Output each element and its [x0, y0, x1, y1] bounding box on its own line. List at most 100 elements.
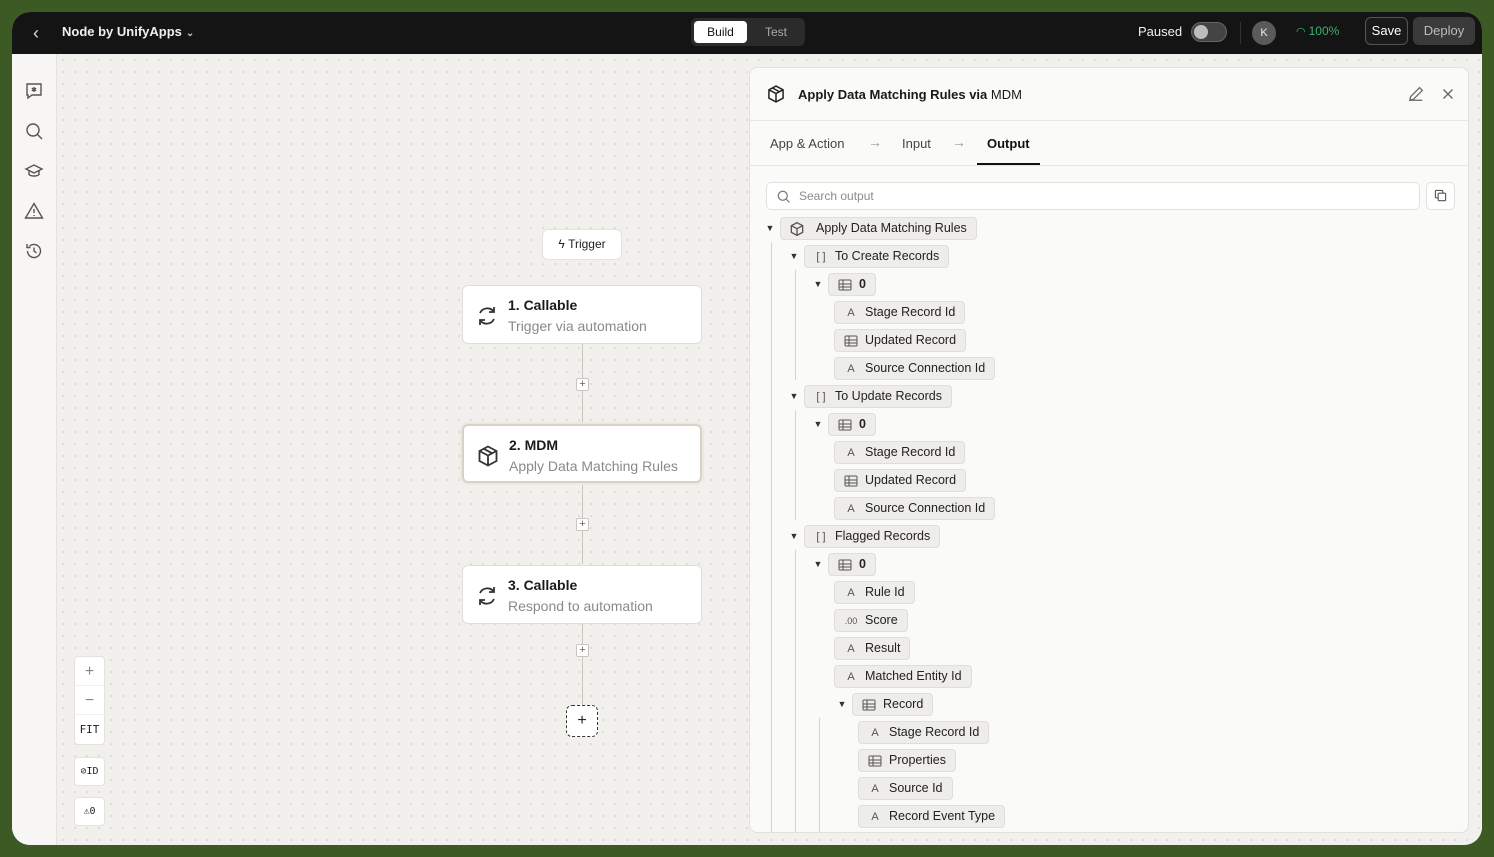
tree-node-field[interactable]: A Result	[834, 637, 911, 660]
tree-node-field[interactable]: Updated Record	[834, 329, 967, 352]
tree-node-label: Source Connection Id	[865, 361, 986, 375]
zoom-in-button[interactable]: +	[75, 657, 104, 686]
tree-node-field[interactable]: .00 Score	[834, 609, 908, 632]
panel-tabs: App & Action → Input → Output	[750, 121, 1468, 166]
top-bar: ‹ Node by UnifyApps ⌄ Build Test Paused K…	[12, 12, 1482, 54]
arrow-right-icon: →	[952, 134, 966, 150]
sync-icon	[479, 587, 495, 605]
tree-node-field[interactable]: A Rule Id	[834, 581, 915, 604]
mode-test-tab[interactable]: Test	[751, 21, 801, 43]
tree-node-field[interactable]: A Stage Record Id	[834, 441, 966, 464]
zoom-out-button[interactable]: −	[75, 686, 104, 715]
caret-down-icon[interactable]: ▼	[837, 699, 847, 709]
text-icon: A	[847, 503, 855, 515]
mode-build-tab[interactable]: Build	[694, 21, 747, 43]
tree-node-label: Rule Id	[865, 585, 905, 599]
sync-icon	[479, 307, 495, 325]
tree-node-field[interactable]: A Source Connection Id	[834, 497, 996, 520]
trigger-button[interactable]: ϟ Trigger	[542, 229, 622, 260]
avatar[interactable]: K	[1252, 21, 1276, 45]
tab-output[interactable]: Output	[987, 136, 1030, 151]
workflow-node-callable-respond[interactable]: 3. Callable Respond to automation	[462, 565, 702, 624]
tree-node-label: Updated Record	[865, 333, 957, 347]
tree-node-field[interactable]: A Stage Record Id	[858, 721, 990, 744]
workflow-title[interactable]: Node by UnifyApps ⌄	[62, 24, 194, 39]
zoom-controls: + − FIT	[74, 656, 105, 745]
tree-node-item[interactable]: 0	[828, 553, 876, 576]
tree-node-root[interactable]: Apply Data Matching Rules	[780, 217, 977, 240]
caret-down-icon[interactable]: ▼	[813, 559, 823, 569]
cube-icon	[768, 85, 784, 103]
close-icon[interactable]	[1439, 85, 1457, 103]
fit-button[interactable]: FIT	[75, 715, 104, 744]
text-icon: A	[847, 643, 855, 655]
caret-down-icon[interactable]: ▼	[789, 531, 799, 541]
tree-node-field[interactable]: A Matched Entity Id	[834, 665, 972, 688]
hide-ids-button[interactable]: ⊘ID	[74, 757, 105, 786]
active-tab-indicator	[977, 163, 1040, 165]
tree-guide	[795, 270, 796, 380]
warning-icon[interactable]	[24, 201, 44, 221]
table-icon	[838, 559, 852, 571]
tree-node-field[interactable]: A Source Connection Id	[834, 357, 996, 380]
workflow-node-callable-trigger[interactable]: 1. Callable Trigger via automation	[462, 285, 702, 344]
tree-node-item[interactable]: 0	[828, 413, 876, 436]
add-step-icon[interactable]: +	[576, 644, 589, 657]
search-icon[interactable]	[24, 121, 44, 141]
node-title: 3. Callable	[508, 577, 578, 593]
text-icon: A	[847, 671, 855, 683]
deploy-button[interactable]: Deploy	[1413, 17, 1475, 45]
back-icon[interactable]: ‹	[26, 23, 46, 43]
tree-node-field[interactable]: A Source Id	[858, 777, 953, 800]
tree-node-array[interactable]: [ ] To Update Records	[804, 385, 953, 408]
graduation-cap-icon[interactable]	[24, 161, 44, 181]
tree-node-field[interactable]: Properties	[858, 749, 956, 772]
cube-icon	[478, 445, 498, 467]
paused-toggle[interactable]	[1191, 22, 1227, 42]
tree-node-label: Score	[865, 613, 898, 627]
tree-node-label: 0	[859, 557, 866, 571]
caret-down-icon[interactable]: ▼	[789, 251, 799, 261]
health-indicator[interactable]: ◠ 100%	[1296, 24, 1339, 38]
tree-node-field[interactable]: A Stage Record Id	[834, 301, 966, 324]
array-icon: [ ]	[816, 391, 826, 403]
history-icon[interactable]	[24, 241, 44, 261]
caret-down-icon[interactable]: ▼	[813, 279, 823, 289]
tree-node-label: Result	[865, 641, 901, 655]
tree-node-item[interactable]: 0	[828, 273, 876, 296]
table-icon	[844, 475, 858, 487]
text-icon: A	[871, 783, 879, 795]
workflow-title-label: Node by UnifyApps	[62, 24, 182, 39]
warnings-button[interactable]: ⚠0	[74, 797, 105, 826]
ai-chat-icon[interactable]	[24, 81, 44, 101]
save-button[interactable]: Save	[1365, 17, 1408, 45]
health-value: 100%	[1308, 24, 1340, 38]
caret-down-icon[interactable]: ▼	[813, 419, 823, 429]
panel-title-action: Apply Data Matching Rules via	[798, 87, 988, 102]
tree-node-label: Record Event Type	[889, 809, 996, 823]
tree-node-array[interactable]: [ ] To Create Records	[804, 245, 950, 268]
table-icon	[862, 699, 876, 711]
table-icon	[868, 755, 882, 767]
tree-node-object[interactable]: Record	[852, 693, 934, 716]
tree-node-field[interactable]: Updated Record	[834, 469, 967, 492]
tab-app-action[interactable]: App & Action	[770, 136, 844, 151]
caret-down-icon[interactable]: ▼	[789, 391, 799, 401]
tree-node-field[interactable]: A Record Event Type	[858, 805, 1006, 828]
workflow-node-mdm[interactable]: 2. MDM Apply Data Matching Rules	[462, 424, 702, 483]
text-icon: A	[847, 307, 855, 319]
edit-icon[interactable]	[1407, 85, 1425, 103]
text-icon: A	[871, 727, 879, 739]
copy-icon[interactable]	[1426, 182, 1455, 210]
search-output-input[interactable]	[799, 187, 1399, 205]
tree-node-array[interactable]: [ ] Flagged Records	[804, 525, 941, 548]
caret-down-icon[interactable]: ▼	[765, 223, 775, 233]
add-step-icon[interactable]: +	[576, 518, 589, 531]
tab-input[interactable]: Input	[902, 136, 931, 151]
add-step-icon[interactable]: +	[576, 378, 589, 391]
tree-node-label: Stage Record Id	[865, 305, 956, 319]
add-node-button[interactable]: +	[566, 705, 598, 737]
text-icon: A	[847, 363, 855, 375]
tree-guide	[771, 242, 772, 832]
arrow-right-icon: →	[868, 134, 882, 150]
